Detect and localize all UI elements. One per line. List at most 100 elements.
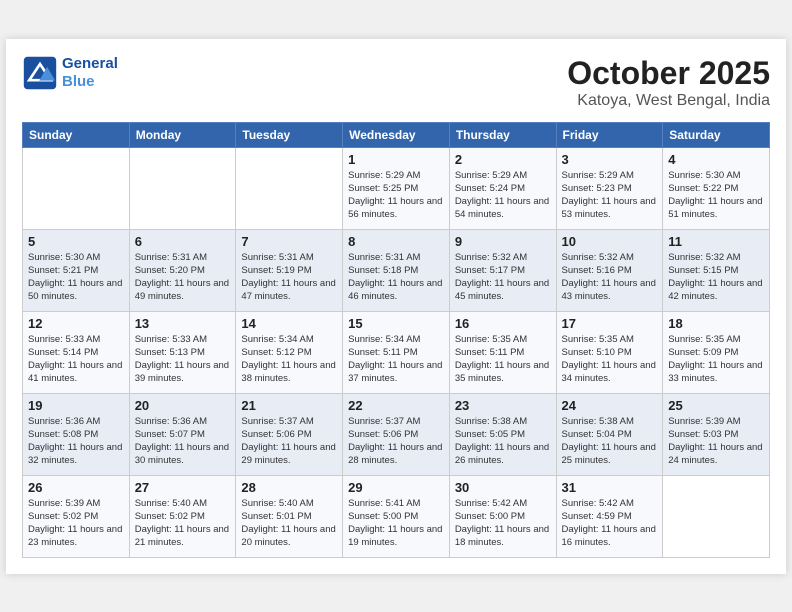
day-info: Sunrise: 5:40 AM Sunset: 5:01 PM Dayligh… <box>241 497 337 550</box>
day-info: Sunrise: 5:31 AM Sunset: 5:19 PM Dayligh… <box>241 251 337 304</box>
day-cell: 26Sunrise: 5:39 AM Sunset: 5:02 PM Dayli… <box>23 475 130 557</box>
day-cell: 21Sunrise: 5:37 AM Sunset: 5:06 PM Dayli… <box>236 393 343 475</box>
weekday-header-monday: Monday <box>129 122 236 147</box>
day-number: 20 <box>135 398 231 413</box>
day-number: 21 <box>241 398 337 413</box>
day-number: 27 <box>135 480 231 495</box>
day-info: Sunrise: 5:41 AM Sunset: 5:00 PM Dayligh… <box>348 497 444 550</box>
day-cell: 23Sunrise: 5:38 AM Sunset: 5:05 PM Dayli… <box>449 393 556 475</box>
weekday-header-tuesday: Tuesday <box>236 122 343 147</box>
day-number: 26 <box>28 480 124 495</box>
day-cell: 17 Sunrise: 5:35 AM Sunset: 5:10 PM Dayli… <box>556 311 663 393</box>
day-info: Sunrise: 5:30 AM Sunset: 5:21 PM Dayligh… <box>28 251 124 304</box>
week-row-2: 5 Sunrise: 5:30 AM Sunset: 5:21 PM Daylig… <box>23 229 770 311</box>
day-cell: 5 Sunrise: 5:30 AM Sunset: 5:21 PM Daylig… <box>23 229 130 311</box>
calendar-tbody: 1 Sunrise: 5:29 AM Sunset: 5:25 PM Daylig… <box>23 147 770 557</box>
day-info: Sunrise: 5:32 AM Sunset: 5:15 PM Dayligh… <box>668 251 764 304</box>
weekday-header-sunday: Sunday <box>23 122 130 147</box>
day-cell: 13 Sunrise: 5:33 AM Sunset: 5:13 PM Dayli… <box>129 311 236 393</box>
month-title: October 2025 <box>567 55 770 92</box>
weekday-header-thursday: Thursday <box>449 122 556 147</box>
day-number: 30 <box>455 480 551 495</box>
day-info: Sunrise: 5:36 AM Sunset: 5:07 PM Dayligh… <box>135 415 231 468</box>
day-number: 5 <box>28 234 124 249</box>
day-number: 13 <box>135 316 231 331</box>
weekday-header-friday: Friday <box>556 122 663 147</box>
day-info: Sunrise: 5:35 AM Sunset: 5:10 PM Dayligh… <box>562 333 658 386</box>
day-info: Sunrise: 5:39 AM Sunset: 5:03 PM Dayligh… <box>668 415 764 468</box>
day-info: Sunrise: 5:30 AM Sunset: 5:22 PM Dayligh… <box>668 169 764 222</box>
logo-text: General Blue <box>62 55 118 91</box>
calendar-table: SundayMondayTuesdayWednesdayThursdayFrid… <box>22 122 770 558</box>
week-row-4: 19 Sunrise: 5:36 AM Sunset: 5:08 PM Dayli… <box>23 393 770 475</box>
location-title: Katoya, West Bengal, India <box>567 92 770 110</box>
day-cell: 8Sunrise: 5:31 AM Sunset: 5:18 PM Daylig… <box>343 229 450 311</box>
day-number: 19 <box>28 398 124 413</box>
calendar-header: General Blue October 2025 Katoya, West B… <box>22 55 770 110</box>
title-block: October 2025 Katoya, West Bengal, India <box>567 55 770 110</box>
day-number: 6 <box>135 234 231 249</box>
week-row-5: 26Sunrise: 5:39 AM Sunset: 5:02 PM Dayli… <box>23 475 770 557</box>
day-cell: 31Sunrise: 5:42 AM Sunset: 4:59 PM Dayli… <box>556 475 663 557</box>
day-cell: 25 Sunrise: 5:39 AM Sunset: 5:03 PM Dayli… <box>663 393 770 475</box>
day-info: Sunrise: 5:36 AM Sunset: 5:08 PM Dayligh… <box>28 415 124 468</box>
day-cell: 28 Sunrise: 5:40 AM Sunset: 5:01 PM Dayli… <box>236 475 343 557</box>
day-info: Sunrise: 5:33 AM Sunset: 5:13 PM Dayligh… <box>135 333 231 386</box>
day-number: 18 <box>668 316 764 331</box>
day-cell: 3 Sunrise: 5:29 AM Sunset: 5:23 PM Daylig… <box>556 147 663 229</box>
day-info: Sunrise: 5:42 AM Sunset: 4:59 PM Dayligh… <box>562 497 658 550</box>
day-cell: 18 Sunrise: 5:35 AM Sunset: 5:09 PM Dayli… <box>663 311 770 393</box>
day-cell: 14Sunrise: 5:34 AM Sunset: 5:12 PM Dayli… <box>236 311 343 393</box>
day-number: 7 <box>241 234 337 249</box>
logo: General Blue <box>22 55 118 91</box>
day-cell: 1 Sunrise: 5:29 AM Sunset: 5:25 PM Daylig… <box>343 147 450 229</box>
day-info: Sunrise: 5:29 AM Sunset: 5:23 PM Dayligh… <box>562 169 658 222</box>
weekday-header-saturday: Saturday <box>663 122 770 147</box>
day-cell: 29Sunrise: 5:41 AM Sunset: 5:00 PM Dayli… <box>343 475 450 557</box>
day-cell: 19 Sunrise: 5:36 AM Sunset: 5:08 PM Dayli… <box>23 393 130 475</box>
weekday-header-wednesday: Wednesday <box>343 122 450 147</box>
day-number: 1 <box>348 152 444 167</box>
day-cell <box>663 475 770 557</box>
day-number: 16 <box>455 316 551 331</box>
day-info: Sunrise: 5:35 AM Sunset: 5:11 PM Dayligh… <box>455 333 551 386</box>
day-cell: 30 Sunrise: 5:42 AM Sunset: 5:00 PM Dayli… <box>449 475 556 557</box>
weekday-header-row: SundayMondayTuesdayWednesdayThursdayFrid… <box>23 122 770 147</box>
day-info: Sunrise: 5:35 AM Sunset: 5:09 PM Dayligh… <box>668 333 764 386</box>
day-cell: 24 Sunrise: 5:38 AM Sunset: 5:04 PM Dayli… <box>556 393 663 475</box>
day-cell: 2Sunrise: 5:29 AM Sunset: 5:24 PM Daylig… <box>449 147 556 229</box>
day-cell: 7 Sunrise: 5:31 AM Sunset: 5:19 PM Daylig… <box>236 229 343 311</box>
day-cell: 9 Sunrise: 5:32 AM Sunset: 5:17 PM Daylig… <box>449 229 556 311</box>
day-cell: 16 Sunrise: 5:35 AM Sunset: 5:11 PM Dayli… <box>449 311 556 393</box>
day-number: 2 <box>455 152 551 167</box>
week-row-3: 12 Sunrise: 5:33 AM Sunset: 5:14 PM Dayli… <box>23 311 770 393</box>
logo-line2: Blue <box>62 73 118 91</box>
day-info: Sunrise: 5:37 AM Sunset: 5:06 PM Dayligh… <box>348 415 444 468</box>
day-cell: 12 Sunrise: 5:33 AM Sunset: 5:14 PM Dayli… <box>23 311 130 393</box>
day-number: 4 <box>668 152 764 167</box>
day-info: Sunrise: 5:29 AM Sunset: 5:25 PM Dayligh… <box>348 169 444 222</box>
logo-icon <box>22 55 58 91</box>
day-number: 25 <box>668 398 764 413</box>
day-number: 22 <box>348 398 444 413</box>
day-info: Sunrise: 5:40 AM Sunset: 5:02 PM Dayligh… <box>135 497 231 550</box>
day-number: 9 <box>455 234 551 249</box>
logo-line1: General <box>62 55 118 73</box>
day-info: Sunrise: 5:38 AM Sunset: 5:04 PM Dayligh… <box>562 415 658 468</box>
day-info: Sunrise: 5:32 AM Sunset: 5:17 PM Dayligh… <box>455 251 551 304</box>
day-cell: 22 Sunrise: 5:37 AM Sunset: 5:06 PM Dayli… <box>343 393 450 475</box>
day-number: 24 <box>562 398 658 413</box>
day-number: 12 <box>28 316 124 331</box>
day-info: Sunrise: 5:33 AM Sunset: 5:14 PM Dayligh… <box>28 333 124 386</box>
day-cell: 20 Sunrise: 5:36 AM Sunset: 5:07 PM Dayli… <box>129 393 236 475</box>
day-number: 3 <box>562 152 658 167</box>
day-cell: 27 Sunrise: 5:40 AM Sunset: 5:02 PM Dayli… <box>129 475 236 557</box>
day-cell <box>23 147 130 229</box>
day-info: Sunrise: 5:31 AM Sunset: 5:18 PM Dayligh… <box>348 251 444 304</box>
day-cell <box>129 147 236 229</box>
day-number: 28 <box>241 480 337 495</box>
day-info: Sunrise: 5:42 AM Sunset: 5:00 PM Dayligh… <box>455 497 551 550</box>
day-info: Sunrise: 5:38 AM Sunset: 5:05 PM Dayligh… <box>455 415 551 468</box>
day-number: 14 <box>241 316 337 331</box>
day-number: 17 <box>562 316 658 331</box>
